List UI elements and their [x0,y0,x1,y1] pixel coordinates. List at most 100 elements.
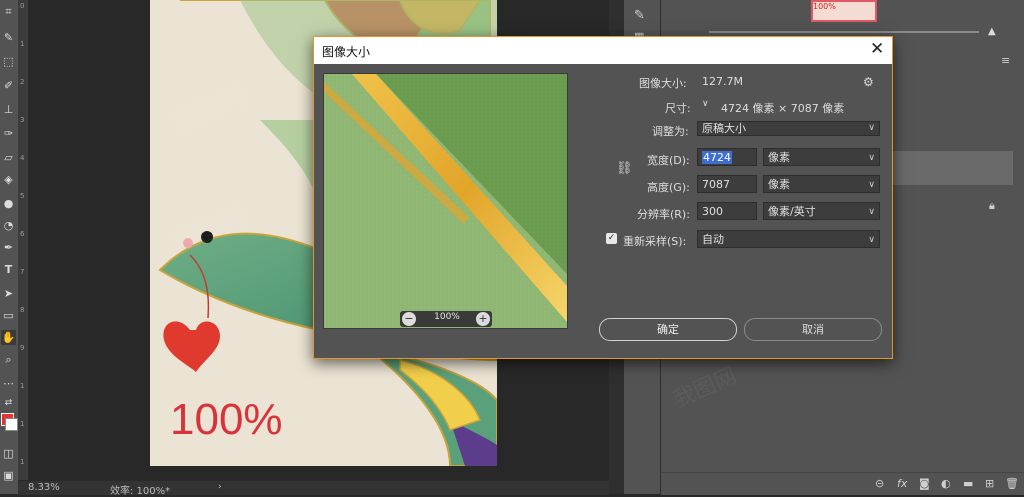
pen-tool-icon[interactable]: ✒ [1,240,16,255]
ruler-number: 0 [20,2,25,10]
width-input[interactable]: 4724 [697,148,757,166]
stamp-tool-icon[interactable]: ⊥ [1,102,16,117]
cancel-button[interactable]: 取消 [744,318,882,341]
zoom-in-icon[interactable]: + [476,312,490,326]
new-group-icon[interactable]: ▬ [963,477,973,490]
resample-label: 重新采样(S): [623,235,687,248]
new-layer-icon[interactable]: ⊞ [985,477,994,490]
chevron-down-icon: ∨ [868,123,875,133]
resample-checkbox[interactable]: ✓ [606,233,617,244]
preview-pane[interactable] [323,73,568,329]
layer-thumbnail[interactable]: 100% [811,0,877,22]
more-tools-icon[interactable]: ⋯ [1,376,16,391]
paint-bucket-icon[interactable]: ◈ [1,172,16,187]
ok-button[interactable]: 确定 [599,318,737,341]
tools-panel: ⌗ ✎ ⬚ ✐ ⊥ ✑ ▱ ◈ ● ◔ ✒ T ➤ ▭ ✋ ⌕ ⋯ ⇄ ◫ ▣ [0,0,19,494]
preview-zoom-control: − 100% + [400,311,492,327]
status-efficiency[interactable]: 效率: 100%* [110,482,170,497]
lock-icon[interactable]: 🔒︎ [989,199,995,213]
dimensions-value: 4724 像素 × 7087 像素 [721,102,845,115]
ruler-number: 3 [20,116,25,124]
width-unit: 像素 [768,151,790,164]
crop-tool-icon[interactable]: ⌗ [1,4,16,19]
ruler-number: 2 [20,78,25,86]
ruler-number: 5 [20,192,25,200]
ruler-number: 7 [20,268,25,276]
brush-tool-icon[interactable]: ✐ [1,78,16,93]
width-unit-select[interactable]: 像素 ∨ [763,148,880,166]
height-unit: 像素 [768,178,790,191]
dimensions-label: 尺寸: [665,102,691,115]
status-arrow-icon[interactable]: › [218,482,222,492]
link-layers-icon[interactable]: ⊝ [875,477,884,490]
quick-mask-icon[interactable]: ◫ [1,446,16,461]
panel-slider[interactable] [709,31,979,33]
resolution-unit-select[interactable]: 像素/英寸 ∨ [763,202,880,220]
delete-layer-icon[interactable]: 🗑︎ [1005,477,1019,490]
height-unit-select[interactable]: 像素 ∨ [763,175,880,193]
vertical-ruler: 0 1 2 3 4 5 6 7 8 9 1 1 1 [19,0,29,480]
zoom-overlay-text: 100% [170,395,283,444]
gear-icon[interactable]: ⚙︎ [863,75,874,89]
add-mask-icon[interactable]: ◙ [919,477,930,490]
fit-to-select[interactable]: 原稿大小 ∨ [697,121,880,136]
dialog-titlebar[interactable]: 图像大小 ✕ [314,37,892,64]
brush-panel-icon[interactable]: ✎ [634,8,645,23]
screen-mode-icon[interactable]: ▣ [1,468,16,483]
image-size-dialog: 图像大小 ✕ − 100% + 图像大小: 127.7M ⚙︎ 尺寸: ∨ 47… [313,36,893,359]
zoom-tool-icon[interactable]: ⌕ [1,352,16,367]
background-color-swatch[interactable] [5,418,18,431]
watermark-text: 我图网 [669,363,741,414]
chevron-down-icon: ∨ [868,180,875,190]
blur-tool-icon[interactable]: ● [1,196,16,211]
dialog-title: 图像大小 [322,45,371,59]
ruler-number: 1 [20,420,25,428]
chevron-down-icon: ∨ [868,207,875,217]
adjustment-layer-icon[interactable]: ◐ [941,477,951,490]
status-bar: 8.33% 效率: 100%* › [18,480,609,497]
width-value: 4724 [702,151,732,164]
height-label: 高度(G): [647,181,690,194]
ruler-number: 1 [20,382,25,390]
zoom-out-icon[interactable]: − [402,312,416,326]
rectangle-tool-icon[interactable]: ▭ [1,308,16,323]
type-tool-icon[interactable]: T [1,262,16,277]
chevron-down-icon[interactable]: ∨ [702,99,709,109]
swap-colors-icon[interactable]: ⇄ [1,396,16,411]
thumbnail-text: 100% [813,2,836,11]
ruler-number: 1 [20,458,25,466]
fit-to-value: 原稿大小 [702,122,746,135]
eraser-tool-icon[interactable]: ▱ [1,150,16,165]
fx-icon[interactable]: fx [897,477,907,490]
history-brush-icon[interactable]: ✑ [1,126,16,141]
panel-menu-icon[interactable]: ≡ [1001,54,1010,67]
resample-value: 自动 [702,233,724,246]
chevron-down-icon: ∨ [868,153,875,163]
ruler-number: 1 [20,40,25,48]
eyedropper-tool-icon[interactable]: ✎ [1,30,16,45]
height-value: 7087 [702,178,730,191]
resample-select[interactable]: 自动 ∨ [697,230,880,248]
resolution-unit: 像素/英寸 [768,205,816,218]
ruler-number: 8 [20,306,25,314]
mountain-icon[interactable]: ▲ [988,26,996,37]
preview-image [324,74,567,328]
width-label: 宽度(D): [647,154,690,167]
ruler-number: 4 [20,154,25,162]
status-zoom-level[interactable]: 8.33% [28,482,60,493]
resolution-input[interactable]: 300 [697,202,757,220]
path-selection-icon[interactable]: ➤ [1,286,16,301]
constrain-link-icon[interactable]: ⛓︎ [616,161,633,176]
resolution-value: 300 [702,205,723,218]
height-input[interactable]: 7087 [697,175,757,193]
image-size-value: 127.7M [702,75,743,88]
preview-zoom-value: 100% [434,312,460,322]
ruler-number: 9 [20,344,25,352]
resolution-label: 分辨率(R): [637,208,690,221]
dodge-tool-icon[interactable]: ◔ [1,218,16,233]
chevron-down-icon: ∨ [868,235,875,245]
hand-tool-icon[interactable]: ✋ [1,330,16,345]
layers-bottom-bar: ⊝ fx ◙ ◐ ▬ ⊞ 🗑︎ [661,472,1024,495]
marquee-tool-icon[interactable]: ⬚ [1,54,16,69]
close-icon[interactable]: ✕ [870,39,884,59]
